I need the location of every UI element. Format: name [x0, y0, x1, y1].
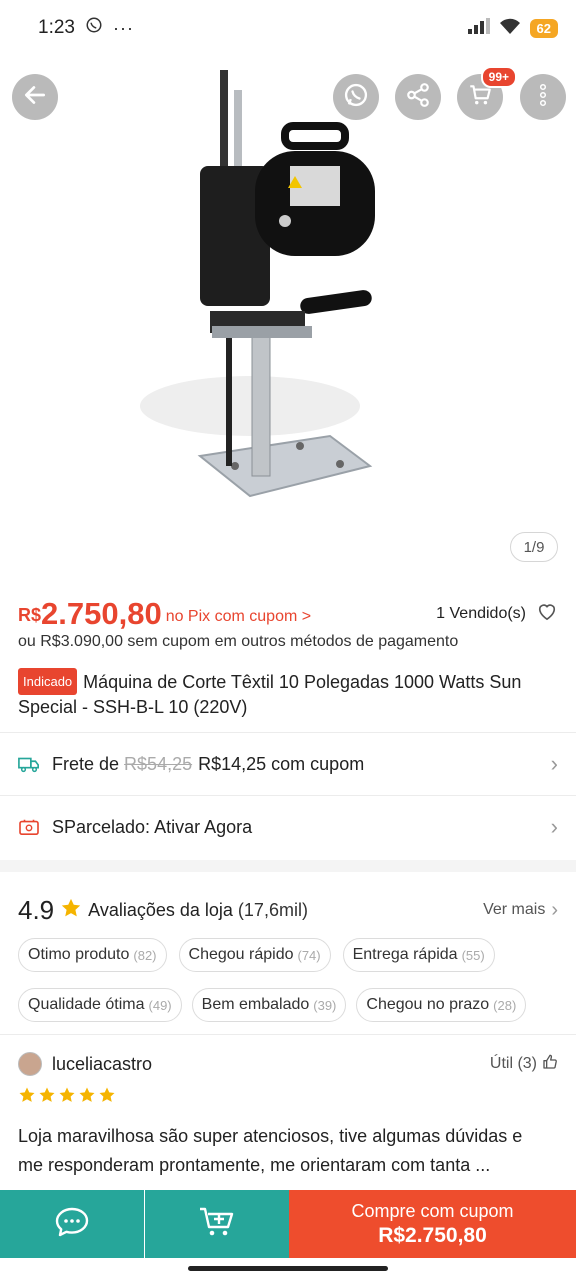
divider: [0, 1034, 576, 1035]
buy-with-coupon-button[interactable]: Compre com cupom R$2.750,80: [289, 1190, 576, 1258]
installment-label: SParcelado: Ativar Agora: [52, 816, 253, 837]
buy-button-label: Compre com cupom: [351, 1200, 514, 1221]
sold-label: 1 Vendido(s): [436, 604, 526, 622]
shipping-label: Frete de: [52, 753, 120, 774]
truck-icon: [18, 753, 40, 775]
store-rating-row: 4.9 Avaliações da loja (17,6mil) Ver mai…: [18, 890, 558, 930]
cart-count-badge: 99+: [480, 66, 517, 88]
cart-button[interactable]: 99+: [457, 66, 517, 120]
chevron-right-icon: ›: [550, 751, 558, 776]
rating-tag-chip[interactable]: Chegou rápido (74): [178, 938, 331, 972]
see-more-link[interactable]: Ver mais ›: [483, 899, 558, 922]
chip-label: Entrega rápida: [352, 946, 458, 963]
chip-count: (55): [461, 947, 485, 963]
rating-label: Avaliações da loja: [88, 899, 233, 920]
status-left: 1:23 ···: [38, 16, 134, 40]
whatsapp-notification-icon: [85, 16, 103, 40]
indicado-tag: Indicado: [18, 668, 78, 695]
chip-count: (74): [297, 947, 321, 963]
rating-tags-row-2: Qualidade ótima (49) Bem embalado (39) C…: [18, 988, 558, 1022]
see-more-label: Ver mais: [483, 901, 546, 918]
star-icon: [99, 1087, 115, 1102]
installment-row[interactable]: SParcelado: Ativar Agora ›: [18, 796, 558, 858]
review-text: Loja maravilhosa são super atenciosos, t…: [18, 1126, 523, 1175]
rating-tag-chip[interactable]: Bem embalado (39): [191, 988, 347, 1022]
more-options-button[interactable]: [520, 74, 566, 120]
rating-score: 4.9: [18, 894, 55, 925]
chip-label: Chegou rápido: [188, 946, 294, 963]
star-icon: [39, 1087, 55, 1102]
star-icon: [79, 1087, 95, 1102]
image-counter: 1/9: [510, 532, 558, 562]
buy-button-price: R$2.750,80: [378, 1223, 487, 1247]
more-vertical-icon: [539, 83, 547, 112]
status-right: 62: [467, 17, 558, 40]
helpful-button[interactable]: Útil (3): [490, 1054, 558, 1075]
status-bar: 1:23 ··· 62: [0, 0, 576, 56]
chat-button[interactable]: [0, 1190, 144, 1258]
shipping-new-price: R$14,25 com cupom: [198, 753, 365, 774]
chip-count: (82): [133, 947, 157, 963]
chevron-right-icon: ›: [550, 814, 558, 839]
back-button[interactable]: [12, 74, 58, 120]
whatsapp-share-button[interactable]: [333, 74, 379, 120]
share-button[interactable]: [395, 74, 441, 120]
signal-icon: [467, 17, 490, 39]
chip-count: (49): [148, 997, 172, 1013]
chip-count: (39): [313, 997, 337, 1013]
star-icon: [19, 1087, 35, 1102]
star-icon: [59, 1087, 75, 1102]
rating-tag-chip[interactable]: Qualidade ótima (49): [18, 988, 182, 1022]
reviewer-name: luceliacastro: [52, 1053, 153, 1074]
add-to-cart-button[interactable]: [145, 1190, 289, 1258]
chip-label: Chegou no prazo: [366, 996, 490, 1013]
price-value: 2.750,80: [41, 596, 162, 631]
arrow-left-icon: [22, 82, 48, 113]
product-image: [140, 70, 375, 498]
review-header: luceliacastro Útil (3): [18, 1048, 558, 1080]
battery-indicator: 62: [529, 18, 558, 38]
rating-tag-chip[interactable]: Otimo produto (82): [18, 938, 167, 972]
shipping-old-price: R$54,25: [124, 753, 193, 774]
chevron-right-icon: ›: [551, 898, 558, 921]
rating-tag-chip[interactable]: Entrega rápida (55): [342, 938, 495, 972]
installment-icon: [18, 816, 40, 838]
price-currency: R$: [18, 605, 42, 625]
helpful-label: Útil (3): [489, 1055, 537, 1072]
chip-count: (28): [493, 997, 517, 1013]
avatar: [18, 1052, 42, 1076]
chip-label: Otimo produto: [28, 946, 130, 963]
status-time: 1:23: [38, 17, 75, 38]
chip-label: Qualidade ótima: [28, 996, 145, 1013]
wifi-icon: [498, 17, 522, 40]
product-image-carousel[interactable]: 99+ 1/9: [0, 56, 576, 580]
favorite-button[interactable]: [536, 601, 558, 626]
alternative-price: ou R$3.090,00 sem cupom em outros método…: [18, 633, 459, 650]
add-to-cart-icon: [198, 1205, 236, 1244]
price-row: R$ 2.750,80 no Pix com cupom > 1 Vendido…: [18, 594, 558, 630]
product-title: Indicado Máquina de Corte Têxtil 10 Poleg…: [18, 668, 546, 720]
rating-tags-row-1: Otimo produto (82) Chegou rápido (74) En…: [18, 938, 558, 972]
rating-tag-chip[interactable]: Chegou no prazo (28): [356, 988, 527, 1022]
whatsapp-icon: [342, 81, 370, 114]
heart-icon: [536, 604, 558, 625]
product-title-text: Máquina de Corte Têxtil 10 Polegadas 100…: [18, 672, 522, 717]
sold-count: 1 Vendido(s): [436, 601, 558, 626]
rating-count: (17,6mil): [237, 899, 308, 920]
bottom-action-bar: Compre com cupom R$2.750,80: [0, 1190, 576, 1258]
pix-coupon-link[interactable]: no Pix com cupom >: [166, 608, 311, 626]
home-indicator: [188, 1266, 388, 1271]
star-icon: [60, 897, 82, 924]
chip-label: Bem embalado: [201, 996, 310, 1013]
section-divider: [0, 860, 576, 872]
thumbs-up-icon: [542, 1054, 558, 1075]
shipping-row[interactable]: Frete de R$54,25 R$14,25 com cupom ›: [18, 733, 558, 795]
review-stars: [18, 1086, 116, 1104]
chat-icon: [54, 1206, 90, 1243]
share-icon: [405, 82, 431, 113]
more-notifications-icon: ···: [112, 17, 134, 38]
